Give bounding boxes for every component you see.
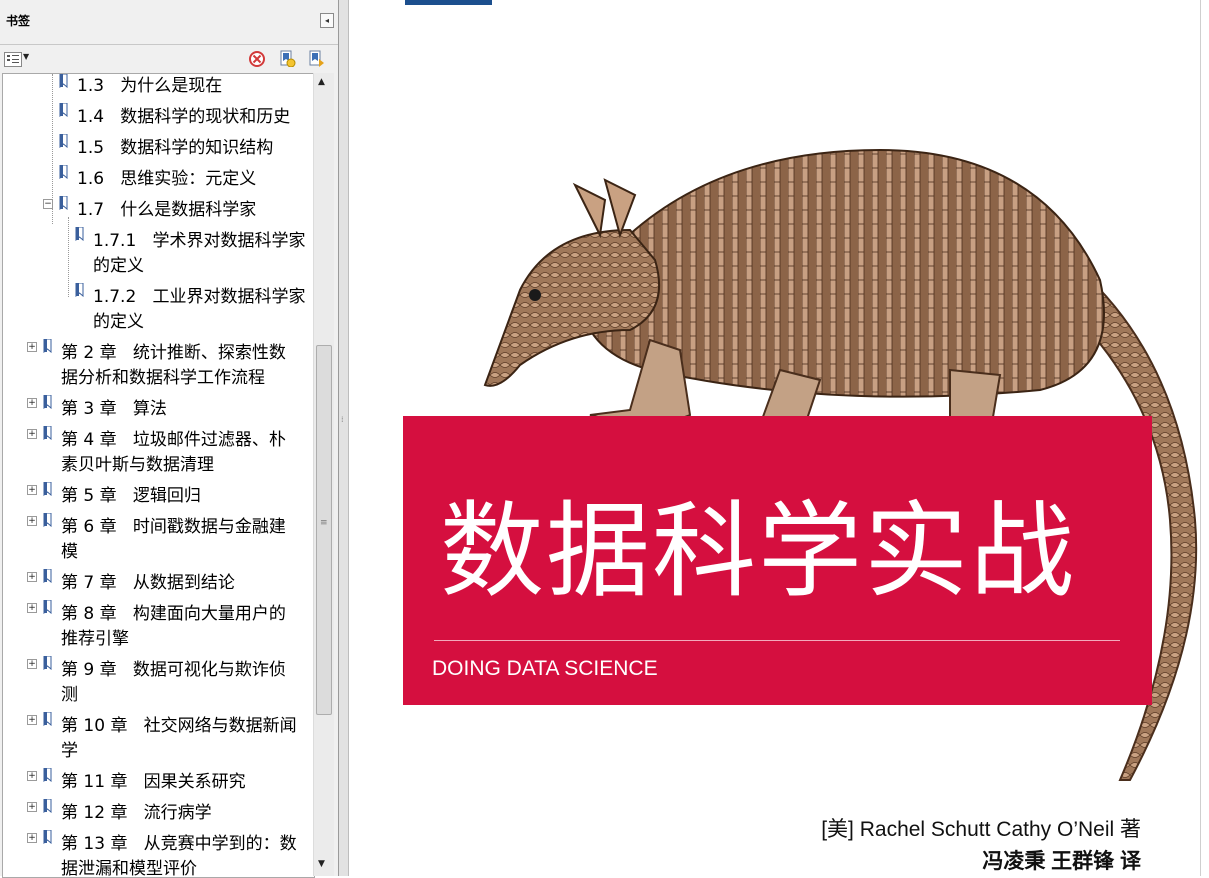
bookmark-icon — [59, 74, 68, 88]
cover-translators: 冯凌秉 王群锋 译 — [982, 850, 1141, 873]
bookmark-item[interactable]: 第 9 章 数据可视化与欺诈侦 — [61, 658, 286, 683]
bookmark-item[interactable]: 第 4 章 垃圾邮件过滤器、朴 — [61, 428, 286, 453]
cover-authors: [美] Rachel Schutt Cathy O’Neil 著 — [821, 818, 1141, 841]
expand-bookmark-icon[interactable] — [307, 49, 327, 67]
bookmark-icon — [43, 799, 52, 813]
expand-node-icon[interactable]: + — [27, 715, 37, 725]
bookmark-item-cont[interactable]: 据分析和数据科学工作流程 — [61, 366, 265, 391]
bookmarks-panel: 书签 ◂ ▼ 1.3 为什么是现在 1.4 数据科学的现状和历史 1.5 数据科… — [0, 0, 339, 878]
bookmark-toolbar: ▼ — [0, 45, 338, 73]
bookmark-item[interactable]: 1.4 数据科学的现状和历史 — [77, 105, 290, 130]
bookmark-item-cont[interactable]: 的定义 — [93, 254, 144, 279]
cover-subtitle: DOING DATA SCIENCE — [432, 657, 658, 680]
bookmark-icon — [43, 426, 52, 440]
bookmark-item-cont[interactable]: 测 — [61, 683, 78, 708]
bookmark-icon — [43, 768, 52, 782]
panel-title: 书签 — [6, 14, 31, 28]
bookmark-item-cont[interactable]: 的定义 — [93, 310, 144, 335]
scroll-up-icon[interactable]: ▲ — [318, 77, 325, 87]
bookmark-icon — [43, 513, 52, 527]
expand-node-icon[interactable]: + — [27, 833, 37, 843]
bookmark-item[interactable]: 1.7.1 学术界对数据科学家 — [93, 229, 305, 254]
delete-bookmark-icon[interactable] — [247, 49, 267, 67]
bookmark-item[interactable]: 第 7 章 从数据到结论 — [61, 571, 235, 596]
bookmark-item[interactable]: 1.3 为什么是现在 — [77, 74, 222, 99]
expand-node-icon[interactable]: + — [27, 485, 37, 495]
collapse-node-icon[interactable]: − — [43, 199, 53, 209]
bookmark-item[interactable]: 第 2 章 统计推断、探索性数 — [61, 341, 286, 366]
new-bookmark-icon[interactable] — [277, 49, 297, 67]
scroll-down-icon[interactable]: ▼ — [318, 859, 325, 869]
bookmark-icon — [75, 227, 84, 241]
expand-node-icon[interactable]: + — [27, 771, 37, 781]
expand-node-icon[interactable]: + — [27, 802, 37, 812]
bookmark-item[interactable]: 1.5 数据科学的知识结构 — [77, 136, 273, 161]
expand-node-icon[interactable]: + — [27, 516, 37, 526]
bookmark-item[interactable]: 第 11 章 因果关系研究 — [61, 770, 246, 795]
bookmark-item[interactable]: 第 13 章 从竞赛中学到的：数 — [61, 832, 297, 857]
bookmark-item[interactable]: 第 3 章 算法 — [61, 397, 167, 422]
bookmark-icon — [43, 712, 52, 726]
publisher-strip — [405, 0, 492, 5]
grip-icon: ≡ — [320, 518, 328, 528]
panel-header: 书签 ◂ — [0, 0, 338, 45]
expand-node-icon[interactable]: + — [27, 659, 37, 669]
bookmark-icon — [75, 283, 84, 297]
bookmark-icon — [43, 656, 52, 670]
bookmark-item[interactable]: 第 6 章 时间戳数据与金融建 — [61, 515, 286, 540]
bookmark-icon — [43, 482, 52, 496]
bookmark-scrollbar[interactable]: ▲ ≡ ▼ — [313, 73, 334, 876]
bookmark-item[interactable]: 第 5 章 逻辑回归 — [61, 484, 201, 509]
bookmark-item-cont[interactable]: 模 — [61, 540, 78, 565]
panel-splitter[interactable]: ⁞ — [339, 0, 349, 876]
bookmark-icon — [59, 134, 68, 148]
bookmark-icon — [59, 103, 68, 117]
bookmark-item[interactable]: 第 12 章 流行病学 — [61, 801, 212, 826]
options-menu-icon[interactable] — [4, 52, 22, 67]
chevron-down-icon[interactable]: ▼ — [23, 52, 29, 61]
bookmark-icon — [43, 339, 52, 353]
bookmark-icon — [43, 600, 52, 614]
divider — [434, 640, 1120, 641]
bookmark-icon — [59, 196, 68, 210]
bookmark-item[interactable]: 第 8 章 构建面向大量用户的 — [61, 602, 286, 627]
bookmark-tree: 1.3 为什么是现在 1.4 数据科学的现状和历史 1.5 数据科学的知识结构 … — [2, 73, 315, 878]
bookmark-item[interactable]: 1.6 思维实验：元定义 — [77, 167, 256, 192]
expand-node-icon[interactable]: + — [27, 429, 37, 439]
bookmark-item-cont[interactable]: 素贝叶斯与数据清理 — [61, 453, 214, 478]
expand-node-icon[interactable]: + — [27, 342, 37, 352]
grip-icon: ⁞ — [341, 415, 344, 424]
bookmark-item[interactable]: 1.7.2 工业界对数据科学家 — [93, 285, 305, 310]
expand-node-icon[interactable]: + — [27, 398, 37, 408]
collapse-left-icon[interactable]: ◂ — [320, 13, 334, 28]
bookmark-item-cont[interactable]: 据泄漏和模型评价 — [61, 857, 197, 877]
bookmark-icon — [43, 395, 52, 409]
cover-title: 数据科学实战 — [440, 490, 1077, 612]
bookmark-item-cont[interactable]: 学 — [61, 739, 78, 764]
expand-node-icon[interactable]: + — [27, 603, 37, 613]
expand-node-icon[interactable]: + — [27, 572, 37, 582]
bookmark-item-cont[interactable]: 推荐引擎 — [61, 627, 129, 652]
bookmark-item[interactable]: 第 10 章 社交网络与数据新闻 — [61, 714, 297, 739]
scroll-thumb[interactable]: ≡ — [316, 345, 332, 715]
bookmark-icon — [43, 569, 52, 583]
bookmark-item[interactable]: 1.7 什么是数据科学家 — [77, 198, 256, 223]
bookmark-icon — [59, 165, 68, 179]
bookmark-icon — [43, 830, 52, 844]
